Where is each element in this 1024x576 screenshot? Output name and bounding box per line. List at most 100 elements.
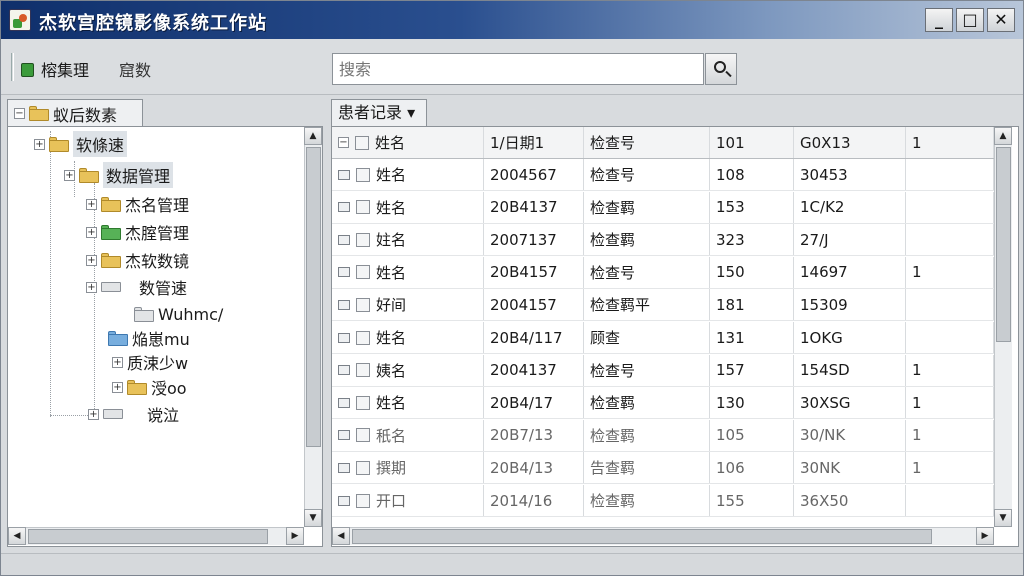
tree-root-label: 蚁后数素 [53, 105, 118, 125]
expand-icon[interactable]: + [86, 198, 97, 210]
table-row[interactable]: 撰期 20B4/13 告查羁 106 30NK 1 [332, 452, 994, 485]
table-row[interactable]: 姓名 20B4137 检查羁 153 1C/K2 [332, 191, 994, 224]
tab-patient-records[interactable]: 患者记录 ▾ [331, 99, 427, 127]
collapse-icon[interactable]: − [14, 108, 25, 119]
tree-node[interactable]: 焔崽mu [108, 325, 190, 351]
scroll-thumb[interactable] [996, 147, 1011, 342]
scroll-thumb[interactable] [28, 529, 268, 544]
grid-vertical-scrollbar[interactable]: ▲ ▼ [994, 127, 1012, 527]
table-cell: 姓名 [332, 191, 484, 223]
scroll-thumb[interactable] [352, 529, 932, 544]
tree-node[interactable]: + 数管速 [86, 274, 187, 300]
scroll-right-icon[interactable]: ▶ [286, 527, 304, 545]
table-row[interactable]: 妵名 2007137 检查羁 323 27/J [332, 224, 994, 257]
tree-vertical-scrollbar[interactable]: ▲ ▼ [304, 127, 322, 527]
folder-icon [127, 379, 147, 395]
table-cell: 181 [710, 289, 794, 321]
scroll-thumb[interactable] [306, 147, 321, 447]
table-cell: 1OKG [794, 322, 906, 353]
title-bar[interactable]: 杰软宫腔镜影像系统工作站 _ □ ✕ [1, 1, 1023, 39]
table-row[interactable]: 姓名 20B4/117 顾查 131 1OKG [332, 322, 994, 354]
expand-icon[interactable]: + [112, 356, 123, 368]
expand-icon[interactable]: + [86, 254, 97, 266]
table-row[interactable]: 开口 2014/16 检查羁 155 36X50 [332, 485, 994, 517]
tree-node[interactable]: + 质涑少w [112, 349, 188, 375]
expand-icon[interactable]: + [86, 226, 97, 238]
scroll-down-icon[interactable]: ▼ [304, 509, 322, 527]
column-header[interactable]: 1/日期1 [484, 127, 584, 158]
expand-icon[interactable]: + [86, 281, 97, 293]
scroll-up-icon[interactable]: ▲ [304, 127, 322, 145]
table-cell: 秖名 [332, 419, 484, 451]
main-window: 杰软宫腔镜影像系统工作站 _ □ ✕ 榕集理 窟数 − 蚁后数素 [0, 0, 1024, 576]
column-header[interactable]: 检查号 [584, 127, 710, 158]
column-header[interactable]: 1 [906, 127, 994, 158]
document-icon [356, 330, 370, 345]
search-button[interactable] [705, 53, 737, 85]
tree-node[interactable]: + 软條速 [34, 131, 128, 157]
toolbar-button-2[interactable]: 窟数 [119, 57, 151, 81]
tree-node[interactable]: + 数据管理 [64, 162, 174, 188]
table-cell [906, 191, 994, 223]
tree-panel: − 蚁后数素 + 软條速 + 数据管理 + 杰名管理 + 杰腟管理 + 杰软数镜… [7, 99, 323, 547]
maximize-button[interactable]: □ [956, 8, 984, 32]
table-cell: 顾查 [584, 322, 710, 353]
table-cell [906, 159, 994, 190]
table-cell: 检查羁 [584, 419, 710, 451]
column-header[interactable]: − 姓名 [332, 127, 484, 158]
expand-icon[interactable]: + [88, 408, 99, 420]
minimize-button[interactable]: _ [925, 8, 953, 32]
tree-node[interactable]: + 涭oo [112, 374, 187, 400]
table-cell: 153 [710, 191, 794, 223]
tree-node-label: 数管速 [139, 279, 188, 298]
tree-node-label: 软條速 [73, 131, 128, 157]
search-input[interactable] [333, 54, 703, 84]
table-row[interactable]: 姓名 2004567 检查号 108 30453 [332, 159, 994, 191]
toolbar-grip[interactable] [11, 53, 14, 81]
tree-node[interactable]: + 杰名管理 [86, 191, 189, 217]
row-marker-icon [338, 430, 350, 441]
folder-icon [29, 106, 49, 121]
table-cell: 开口 [332, 485, 484, 516]
tree-node[interactable]: + 杰腟管理 [86, 219, 189, 245]
table-cell: 30NK [794, 452, 906, 484]
table-cell: 150 [710, 256, 794, 288]
close-button[interactable]: ✕ [987, 8, 1015, 32]
expand-icon[interactable]: + [34, 138, 45, 150]
tree-horizontal-scrollbar[interactable]: ◀ ▶ [8, 527, 304, 545]
table-cell: 154SD [794, 354, 906, 386]
table-cell: 20B4157 [484, 256, 584, 288]
tree-node[interactable]: Wuhmc/ [134, 301, 223, 327]
table-row[interactable]: 姨名 2004137 检查号 157 154SD 1 [332, 354, 994, 387]
row-marker-icon [338, 299, 350, 310]
row-marker-icon [338, 169, 350, 180]
scroll-right-icon[interactable]: ▶ [976, 527, 994, 545]
document-icon [356, 428, 370, 443]
table-row[interactable]: 姓名 20B4/17 检查羁 130 30XSG 1 [332, 387, 994, 420]
table-cell: 20B4/17 [484, 387, 584, 419]
tree-node[interactable]: + 杰软数镜 [86, 247, 189, 273]
scroll-down-icon[interactable]: ▼ [994, 509, 1012, 527]
table-row[interactable]: 姓名 20B4157 检查号 150 14697 1 [332, 256, 994, 289]
expand-icon[interactable]: + [64, 169, 75, 181]
tree-root-tab[interactable]: − 蚁后数素 [7, 99, 143, 127]
column-header[interactable]: G0X13 [794, 127, 906, 158]
row-marker-icon [338, 267, 350, 278]
table-row[interactable]: 好间 2004157 检查羁平 181 15309 [332, 289, 994, 322]
toolbar-button-1[interactable]: 榕集理 [19, 57, 89, 81]
table-cell: 20B7/13 [484, 419, 584, 451]
table-cell: 2014/16 [484, 485, 584, 516]
tree-node-label: 谠泣 [147, 406, 180, 425]
scroll-left-icon[interactable]: ◀ [332, 527, 350, 545]
grid-horizontal-scrollbar[interactable]: ◀ ▶ [332, 527, 994, 545]
tree-node[interactable]: + 谠泣 [88, 401, 179, 427]
collapse-icon[interactable]: − [338, 137, 349, 148]
document-icon [356, 460, 370, 475]
expand-icon[interactable]: + [112, 381, 123, 393]
scroll-up-icon[interactable]: ▲ [994, 127, 1012, 145]
scroll-left-icon[interactable]: ◀ [8, 527, 26, 545]
row-marker-icon [338, 234, 350, 245]
column-header[interactable]: 101 [710, 127, 794, 158]
table-cell: 1 [906, 419, 994, 451]
table-row[interactable]: 秖名 20B7/13 检查羁 105 30/NK 1 [332, 419, 994, 452]
